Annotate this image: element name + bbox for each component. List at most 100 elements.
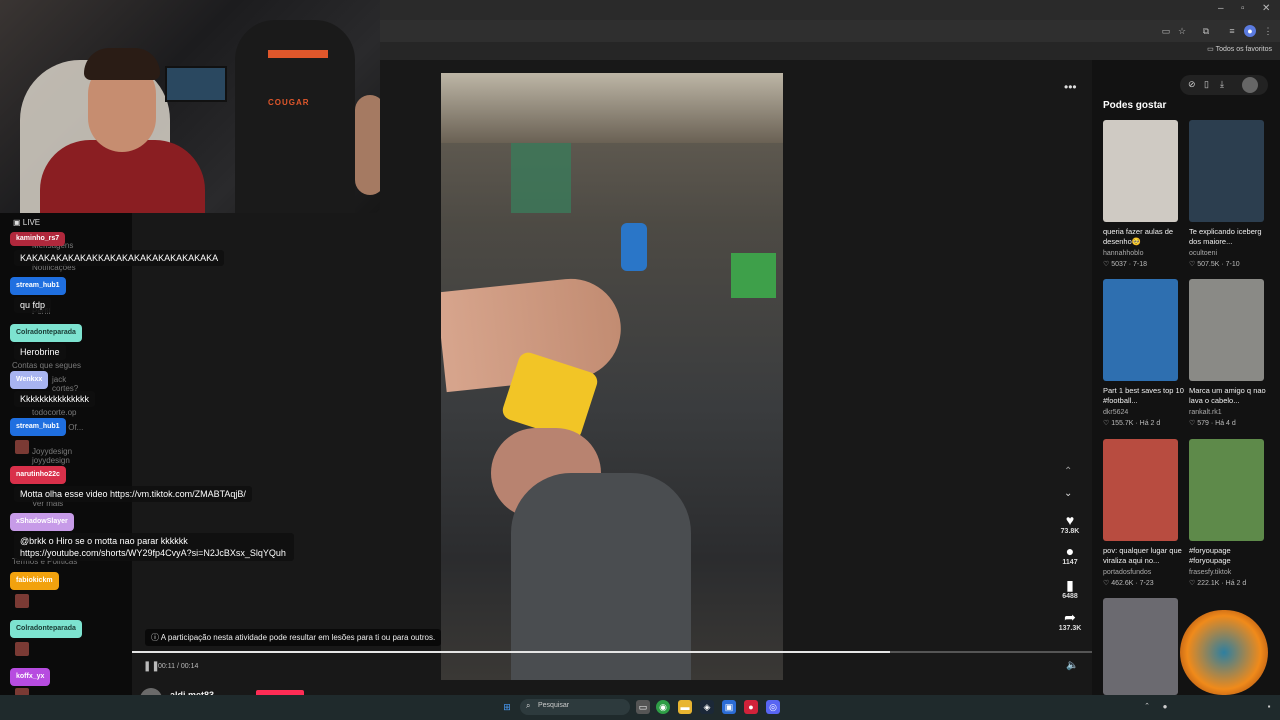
notifications-icon[interactable]: ▪ bbox=[1262, 700, 1276, 714]
chat-username: Colradonteparada bbox=[10, 324, 82, 342]
chat-message: qu fdp bbox=[14, 297, 52, 313]
suggestion-stats: ♡ 5037 · 7-18 bbox=[1103, 261, 1148, 268]
chat-username: fabiokickm bbox=[10, 572, 59, 590]
steam-icon[interactable]: ◈ bbox=[700, 700, 714, 714]
bookmark-icon: ▮ bbox=[1066, 577, 1074, 593]
streamer-hair bbox=[84, 48, 160, 80]
save-button[interactable]: ▮ 6488 bbox=[1058, 577, 1082, 600]
heart-icon: ♡ bbox=[1103, 261, 1112, 268]
suggestion-thumbnail[interactable] bbox=[1103, 598, 1178, 695]
close-icon[interactable]: ✕ bbox=[1262, 3, 1270, 14]
suggestion-user[interactable]: hannahhoblo bbox=[1103, 250, 1144, 257]
sidebar-following-item[interactable]: jack bbox=[52, 375, 66, 384]
video-water-jug bbox=[621, 223, 647, 271]
compass-icon[interactable]: ⊘ bbox=[1188, 79, 1196, 90]
taskbar-search[interactable]: ⌕ Pesquisar bbox=[520, 699, 630, 715]
search-placeholder: Pesquisar bbox=[538, 702, 570, 709]
chat-emote bbox=[15, 440, 29, 454]
live-indicator: ▣ LIVE bbox=[13, 218, 41, 227]
suggestion-stats: ♡ 462.6K · 7-23 bbox=[1103, 580, 1154, 587]
star-icon[interactable]: ☆ bbox=[1176, 25, 1188, 37]
suggestion-thumbnail[interactable] bbox=[1189, 439, 1264, 541]
suggestion-caption[interactable]: Te explicando iceberg dos maiore... bbox=[1189, 227, 1271, 247]
video-roof bbox=[441, 73, 783, 143]
heart-icon: ♡ bbox=[1189, 580, 1198, 587]
video-cloth bbox=[511, 143, 571, 213]
chat-message: Herobrine bbox=[14, 344, 66, 360]
heart-icon: ♡ bbox=[1103, 420, 1112, 427]
share-button[interactable]: ➦ 137.3K bbox=[1058, 609, 1082, 632]
panel-toolbar: ⊘ ▯ ⤓ bbox=[1180, 75, 1268, 95]
chat-message: KAKAKAKAKAKAKKAKAKAKAKAKAKAKAKAKA bbox=[14, 250, 225, 266]
file-explorer-icon[interactable]: ▬ bbox=[678, 700, 692, 714]
progress-track[interactable] bbox=[132, 651, 1092, 653]
streamer-webcam: COUGAR bbox=[0, 0, 380, 213]
chevron-up-icon[interactable]: ⌃ bbox=[1140, 700, 1154, 714]
chat-message: Kkkkkkkkkkkkkkk bbox=[14, 391, 96, 407]
chat-username: Colradonteparada bbox=[10, 620, 82, 638]
profile-icon[interactable]: ● bbox=[1244, 25, 1256, 37]
app-icon[interactable]: ▣ bbox=[722, 700, 736, 714]
chat-username: narutinho22c bbox=[10, 466, 66, 484]
suggestion-user[interactable]: ocultoeni bbox=[1189, 250, 1217, 257]
suggestion-thumbnail[interactable] bbox=[1189, 279, 1264, 381]
heart-icon: ♥ bbox=[1065, 512, 1075, 528]
suggestion-caption[interactable]: Part 1 best saves top 10 #football... bbox=[1103, 386, 1185, 406]
chevron-up-icon[interactable]: ⌃ bbox=[1064, 466, 1072, 477]
suggestion-user[interactable]: dkr5624 bbox=[1103, 409, 1128, 416]
suggestion-user[interactable]: rankalt.rk1 bbox=[1189, 409, 1222, 416]
chrome-icon[interactable]: ◉ bbox=[656, 700, 670, 714]
suggestion-stats: ♡ 222.1K · Há 2 d bbox=[1189, 580, 1247, 587]
suggestion-thumbnail[interactable] bbox=[1103, 439, 1178, 541]
suggestion-user[interactable]: frasesfy.tiktok bbox=[1189, 569, 1231, 576]
minimize-icon[interactable]: – bbox=[1218, 3, 1224, 14]
maximize-icon[interactable]: ▫ bbox=[1241, 3, 1245, 14]
comment-button[interactable]: ● 1147 bbox=[1058, 543, 1082, 566]
phone-icon[interactable]: ▯ bbox=[1204, 79, 1209, 90]
tab-search-icon[interactable]: ≡ bbox=[1226, 25, 1238, 37]
suggestion-caption[interactable]: pov: qualquer lugar que viraliza aqui no… bbox=[1103, 546, 1185, 566]
sidebar-following-item[interactable]: todocorte.op bbox=[32, 408, 76, 417]
chat-message: @brkk o Hiro se o motta nao parar kkkkkk… bbox=[14, 533, 294, 561]
extensions-icon[interactable]: ⧉ bbox=[1200, 25, 1212, 37]
obs-icon[interactable]: ● bbox=[744, 700, 758, 714]
heart-icon: ♡ bbox=[1189, 420, 1198, 427]
microphone-icon[interactable]: ● bbox=[1158, 700, 1172, 714]
chat-username: Wenkxx bbox=[10, 371, 49, 389]
cast-icon[interactable]: ▭ bbox=[1160, 25, 1172, 37]
video-player[interactable] bbox=[441, 73, 783, 680]
windows-start-icon[interactable]: ⊞ bbox=[500, 700, 514, 714]
suggestion-caption[interactable]: queria fazer aulas de desenho🥺 bbox=[1103, 227, 1185, 247]
volume-icon[interactable]: 🔈 bbox=[1066, 660, 1078, 671]
suggestion-thumbnail[interactable] bbox=[1103, 279, 1178, 381]
task-view-icon[interactable]: ▭ bbox=[636, 700, 650, 714]
share-icon: ➦ bbox=[1064, 609, 1076, 625]
address-bar[interactable]: ▭ ☆ ⧉ ≡ ● ⋮ bbox=[380, 20, 1280, 42]
suggestion-thumbnail[interactable] bbox=[1189, 120, 1264, 222]
bookmarks-bar: ▭ Todos os favoritos bbox=[380, 42, 1280, 60]
chevron-down-icon[interactable]: ⌄ bbox=[1064, 488, 1072, 499]
suggestion-caption[interactable]: #foryoupage #foryoupage bbox=[1189, 546, 1271, 566]
comment-icon: ● bbox=[1065, 543, 1075, 559]
chair-stripe bbox=[268, 50, 328, 58]
chat-emote bbox=[15, 594, 29, 608]
discord-icon[interactable]: ◎ bbox=[766, 700, 780, 714]
sidebar-following-item[interactable]: joyydesign bbox=[32, 456, 70, 465]
chat-username: stream_hub1 bbox=[10, 277, 66, 295]
comment-count: 1147 bbox=[1062, 559, 1078, 566]
all-bookmarks[interactable]: ▭ Todos os favoritos bbox=[1207, 45, 1272, 53]
suggestion-caption[interactable]: Marca um amigo q nao lava o cabelo... bbox=[1189, 386, 1271, 406]
suggestion-thumbnail[interactable] bbox=[1103, 120, 1178, 222]
suggestion-stats: ♡ 155.7K · Há 2 d bbox=[1103, 420, 1161, 427]
gaming-chair bbox=[235, 20, 355, 213]
download-icon[interactable]: ⤓ bbox=[1220, 79, 1224, 90]
time-display: 00:11 / 00:14 bbox=[158, 663, 199, 670]
background-monitor bbox=[165, 66, 227, 102]
more-icon[interactable]: ••• bbox=[1064, 80, 1077, 94]
sidebar-following-item[interactable]: Joyydesign bbox=[32, 447, 72, 456]
menu-icon[interactable]: ⋮ bbox=[1262, 25, 1274, 37]
suggestion-user[interactable]: portadosfundos bbox=[1103, 569, 1151, 576]
like-button[interactable]: ♥ 73.8K bbox=[1058, 512, 1082, 535]
user-avatar[interactable] bbox=[1242, 77, 1258, 93]
like-count: 73.8K bbox=[1060, 528, 1080, 535]
